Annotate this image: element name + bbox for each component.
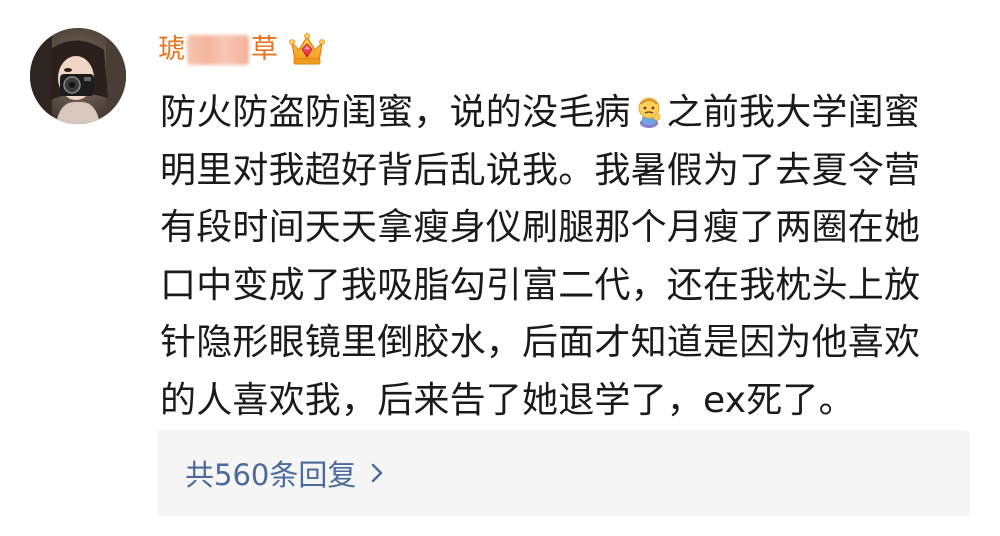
username-row: 琥 草 bbox=[158, 30, 326, 70]
comment-line-1-end: 之前我大学闺蜜 bbox=[666, 92, 921, 133]
comment-line-4: 口中变成了我吸脂勾引富二代，还在我枕头上放 bbox=[160, 264, 921, 306]
comment-line-5: 针隐形眼镜里倒胶水，后面才知道是因为他喜欢 bbox=[160, 322, 921, 363]
crown-badge-icon[interactable] bbox=[288, 31, 326, 69]
username-suffix: 草 bbox=[251, 34, 278, 65]
username-redaction bbox=[187, 35, 249, 65]
comment-line-2: 明里对我超好背后乱说我。我暑假为了去夏令营 bbox=[160, 149, 921, 191]
comment-line-1-start: 防火防盗防闺蜜，说的没毛病 bbox=[160, 92, 631, 133]
thinking-doll-emoji-icon bbox=[638, 97, 661, 128]
comment-line-6: 的人喜欢我，后来告了她退学了，ex死了。 bbox=[160, 379, 855, 421]
username-prefix: 琥 bbox=[158, 34, 185, 65]
comment-card: 琥 草 防火防盗防闺蜜，说的没毛病 之前我大学闺蜜 明里对我超好背后乱说我。我暑… bbox=[0, 0, 1000, 536]
avatar-photo bbox=[30, 28, 126, 124]
comment-line-1: 防火防盗防闺蜜，说的没毛病 之前我大学闺蜜 bbox=[160, 84, 960, 142]
comment-body: 防火防盗防闺蜜，说的没毛病 之前我大学闺蜜 明里对我超好背后乱说我。我暑假为了去… bbox=[160, 84, 960, 429]
replies-count-label: 共560条回复 bbox=[185, 458, 357, 492]
avatar[interactable] bbox=[30, 28, 126, 124]
comment-line-3: 有段时间天天拿瘦身仪刷腿那个月瘦了两圈在她 bbox=[160, 207, 921, 248]
chevron-right-icon bbox=[372, 463, 383, 483]
replies-panel[interactable]: 共560条回复 bbox=[157, 430, 970, 516]
view-replies-link[interactable]: 共560条回复 bbox=[185, 452, 384, 494]
username[interactable]: 琥 草 bbox=[158, 30, 278, 70]
